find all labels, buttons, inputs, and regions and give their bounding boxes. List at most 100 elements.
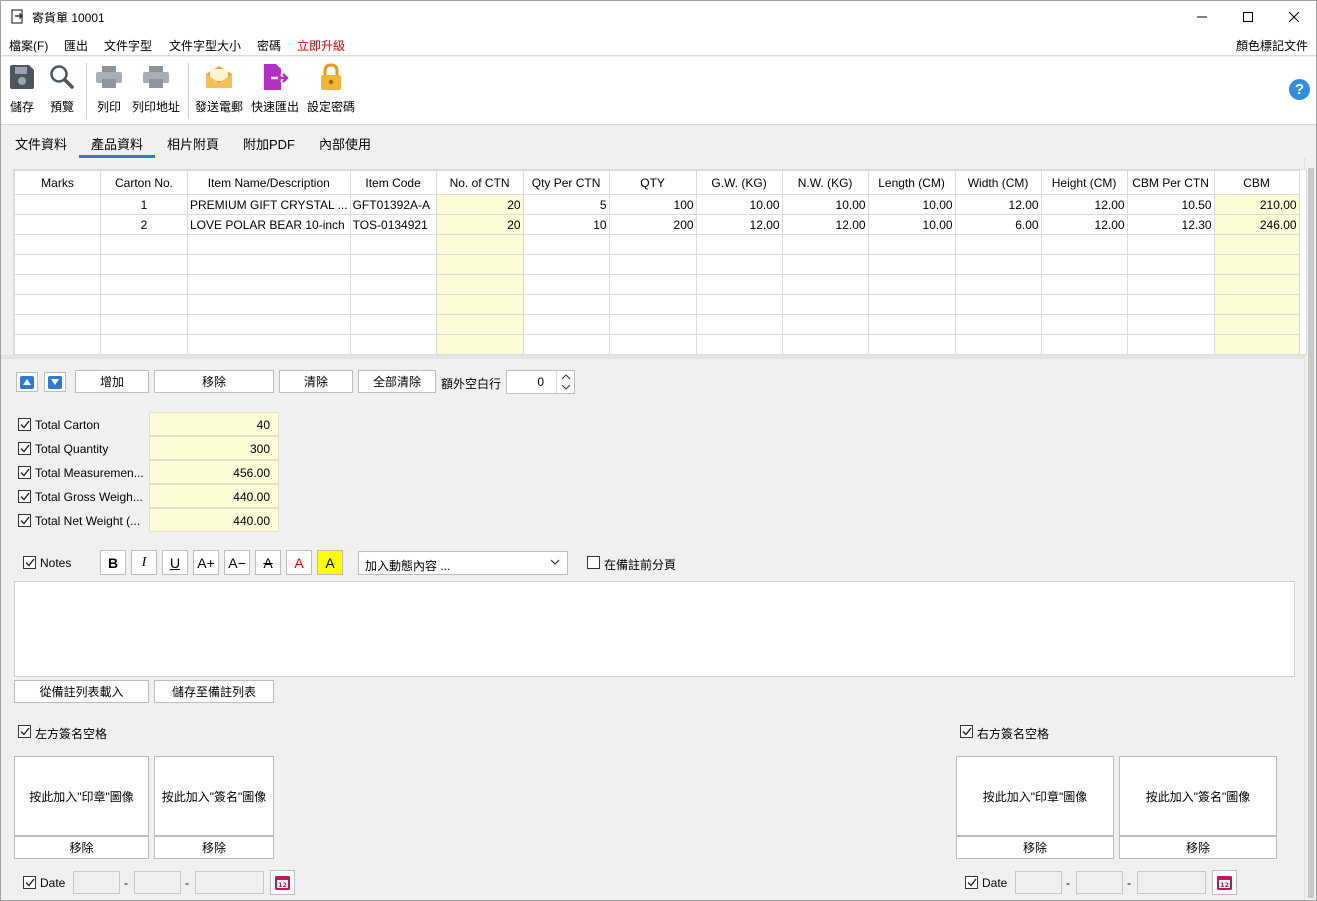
- menu-font[interactable]: 文件字型: [104, 37, 152, 54]
- underline-button[interactable]: U: [162, 550, 188, 575]
- table-cell[interactable]: [14, 254, 101, 275]
- table-cell[interactable]: [867, 274, 956, 295]
- column-header[interactable]: CBM Per CTN: [1126, 170, 1215, 195]
- send-email-button[interactable]: 發送電郵: [195, 61, 243, 115]
- table-cell[interactable]: [1040, 314, 1128, 335]
- table-cell[interactable]: [100, 274, 188, 295]
- table-cell[interactable]: [435, 234, 524, 255]
- table-cell[interactable]: [100, 254, 188, 275]
- table-cell[interactable]: [1040, 254, 1128, 275]
- table-cell[interactable]: [100, 294, 188, 315]
- table-cell[interactable]: [522, 314, 610, 335]
- table-cell[interactable]: [781, 314, 869, 335]
- table-cell[interactable]: [522, 294, 610, 315]
- left-signature-checkbox[interactable]: [18, 725, 31, 738]
- table-row-empty[interactable]: [14, 234, 1300, 255]
- set-password-button[interactable]: 設定密碼: [307, 61, 355, 115]
- table-cell[interactable]: [1213, 334, 1300, 355]
- dynamic-content-dropdown[interactable]: 加入動態內容 ...: [358, 551, 568, 575]
- extra-blank-lines-spinner[interactable]: 0: [506, 370, 575, 394]
- table-cell[interactable]: 10.00: [695, 194, 783, 215]
- page-break-checkbox[interactable]: [587, 556, 600, 569]
- tab-document-info[interactable]: 文件資料: [15, 134, 67, 153]
- left-signature-remove-button[interactable]: 移除: [154, 836, 274, 859]
- table-cell[interactable]: [435, 314, 524, 335]
- table-cell[interactable]: [695, 314, 783, 335]
- table-cell[interactable]: [1213, 294, 1300, 315]
- help-icon[interactable]: ?: [1289, 79, 1310, 100]
- table-cell[interactable]: [954, 314, 1042, 335]
- table-cell[interactable]: [608, 274, 697, 295]
- total-checkbox[interactable]: [18, 466, 31, 479]
- preview-button[interactable]: 預覽: [47, 61, 77, 115]
- table-cell[interactable]: [867, 314, 956, 335]
- right-signature-checkbox[interactable]: [960, 725, 973, 738]
- print-button[interactable]: 列印: [94, 61, 124, 115]
- menu-font-size[interactable]: 文件字型大小: [169, 37, 241, 54]
- notes-textarea[interactable]: [14, 581, 1295, 677]
- table-cell[interactable]: [187, 294, 351, 315]
- left-calendar-button[interactable]: 12: [270, 870, 295, 895]
- total-checkbox[interactable]: [18, 514, 31, 527]
- table-cell[interactable]: 100: [608, 194, 697, 215]
- menu-file[interactable]: 檔案(F): [9, 37, 48, 54]
- left-date-year-field[interactable]: [73, 871, 120, 894]
- table-cell[interactable]: 10.50: [1126, 194, 1215, 215]
- table-cell[interactable]: 12.00: [1040, 194, 1128, 215]
- table-cell[interactable]: 10.00: [867, 214, 956, 235]
- minimize-button[interactable]: [1179, 1, 1225, 32]
- table-cell[interactable]: 6.00: [954, 214, 1042, 235]
- clear-all-button[interactable]: 全部清除: [358, 370, 436, 393]
- table-cell[interactable]: [1126, 254, 1215, 275]
- table-cell[interactable]: [14, 294, 101, 315]
- table-cell[interactable]: [608, 294, 697, 315]
- table-cell[interactable]: [1126, 294, 1215, 315]
- table-cell[interactable]: [781, 334, 869, 355]
- table-cell[interactable]: [1126, 334, 1215, 355]
- table-cell[interactable]: 1: [100, 194, 188, 215]
- column-header[interactable]: Item Name/Description: [187, 170, 351, 195]
- column-header[interactable]: Width (CM): [954, 170, 1042, 195]
- left-date-checkbox[interactable]: [23, 876, 36, 889]
- table-cell[interactable]: [187, 334, 351, 355]
- table-row-empty[interactable]: [14, 254, 1300, 275]
- table-row-empty[interactable]: [14, 334, 1300, 355]
- menu-color-tag[interactable]: 顏色標記文件: [1236, 37, 1308, 54]
- table-row-empty[interactable]: [14, 294, 1300, 315]
- move-up-button[interactable]: [16, 372, 38, 392]
- right-date-month-field[interactable]: [1076, 871, 1123, 894]
- decrease-font-button[interactable]: A−: [224, 550, 250, 575]
- table-cell[interactable]: [608, 234, 697, 255]
- column-header[interactable]: Qty Per CTN: [522, 170, 610, 195]
- right-signature-box[interactable]: 按此加入"簽名"圖像: [1119, 756, 1277, 836]
- menu-password[interactable]: 密碼: [257, 37, 281, 54]
- table-cell[interactable]: [349, 274, 437, 295]
- table-cell[interactable]: [695, 274, 783, 295]
- table-cell[interactable]: [435, 334, 524, 355]
- table-cell[interactable]: [187, 314, 351, 335]
- table-cell[interactable]: [14, 194, 101, 215]
- remove-row-button[interactable]: 移除: [154, 370, 274, 393]
- column-header[interactable]: N.W. (KG): [781, 170, 869, 195]
- menu-export[interactable]: 匯出: [64, 37, 88, 54]
- table-cell[interactable]: [608, 314, 697, 335]
- right-date-checkbox[interactable]: [965, 876, 978, 889]
- table-cell[interactable]: 12.00: [1040, 214, 1128, 235]
- right-stamp-box[interactable]: 按此加入"印章"圖像: [956, 756, 1114, 836]
- table-cell[interactable]: [695, 294, 783, 315]
- right-date-day-field[interactable]: [1137, 871, 1206, 894]
- scrollbar-thumb[interactable]: [1308, 168, 1314, 898]
- left-date-month-field[interactable]: [134, 871, 181, 894]
- tab-attach-pdf[interactable]: 附加PDF: [243, 134, 295, 153]
- table-cell[interactable]: [954, 334, 1042, 355]
- maximize-button[interactable]: [1225, 1, 1271, 32]
- table-cell[interactable]: [522, 334, 610, 355]
- table-cell[interactable]: 12.00: [781, 214, 869, 235]
- quick-export-button[interactable]: 快速匯出: [251, 61, 299, 115]
- table-cell[interactable]: [100, 334, 188, 355]
- tab-photo-pages[interactable]: 相片附頁: [167, 134, 219, 153]
- left-signature-box[interactable]: 按此加入"簽名"圖像: [154, 756, 274, 836]
- column-header[interactable]: Height (CM): [1040, 170, 1128, 195]
- column-header[interactable]: QTY: [608, 170, 697, 195]
- table-cell[interactable]: 2: [100, 214, 188, 235]
